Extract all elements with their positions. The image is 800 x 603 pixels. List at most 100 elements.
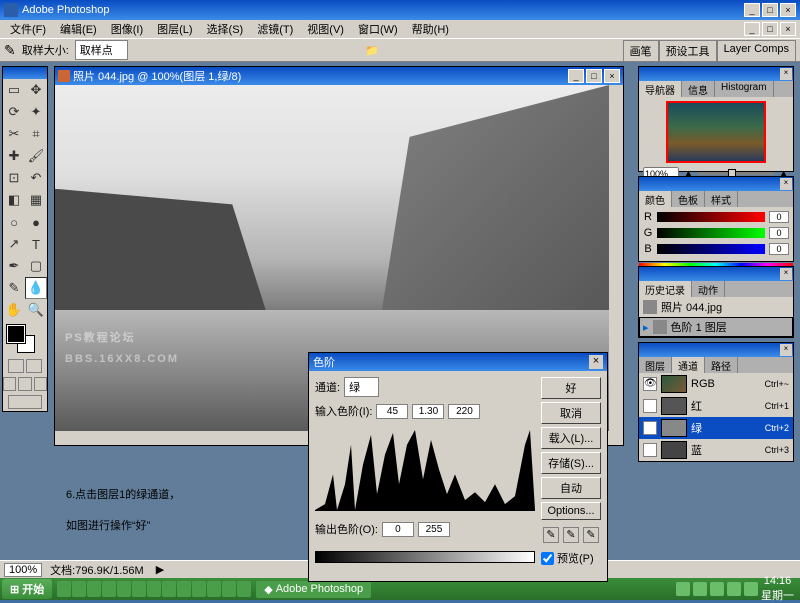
- black-point-eyedropper[interactable]: ✎: [543, 527, 559, 543]
- ql-icon[interactable]: [117, 581, 131, 597]
- close-button[interactable]: ×: [780, 3, 796, 17]
- color-slider[interactable]: [657, 228, 765, 238]
- tab-history[interactable]: 历史记录: [639, 281, 692, 297]
- zoom-tool[interactable]: 🔍: [25, 299, 47, 321]
- history-item[interactable]: ▸色阶 1 图层: [639, 317, 793, 337]
- wand-tool[interactable]: ✦: [25, 101, 47, 123]
- menu-help[interactable]: 帮助(H): [406, 20, 455, 38]
- ql-icon[interactable]: [72, 581, 86, 597]
- options-button[interactable]: Options...: [541, 502, 601, 520]
- doc-minimize-button[interactable]: _: [744, 22, 760, 36]
- notes-tool[interactable]: ✎: [3, 277, 25, 299]
- nav-close-button[interactable]: ×: [780, 68, 792, 80]
- visibility-icon[interactable]: [643, 399, 657, 413]
- ql-icon[interactable]: [132, 581, 146, 597]
- visibility-icon[interactable]: 👁: [643, 421, 657, 435]
- ql-icon[interactable]: [207, 581, 221, 597]
- input-shadow-field[interactable]: [376, 404, 408, 419]
- doc-x-button[interactable]: ×: [604, 69, 620, 83]
- levels-close-button[interactable]: ×: [589, 355, 603, 369]
- tray-icon[interactable]: [676, 582, 690, 596]
- tab-actions[interactable]: 动作: [692, 281, 725, 297]
- ql-icon[interactable]: [87, 581, 101, 597]
- color-swatch[interactable]: [3, 321, 47, 357]
- ql-icon[interactable]: [222, 581, 236, 597]
- menu-edit[interactable]: 编辑(E): [54, 20, 103, 38]
- lasso-tool[interactable]: ⟳: [3, 101, 25, 123]
- color-value[interactable]: 0: [769, 211, 789, 223]
- tray-icon[interactable]: [744, 582, 758, 596]
- screen-mode-1-icon[interactable]: [3, 377, 16, 391]
- visibility-icon[interactable]: 👁: [643, 377, 657, 391]
- quickmask-mode-icon[interactable]: [26, 359, 42, 373]
- brush-tool[interactable]: 🖌: [25, 145, 47, 167]
- channels-close-button[interactable]: ×: [780, 344, 792, 356]
- history-item[interactable]: 照片 044.jpg: [639, 297, 793, 317]
- menu-file[interactable]: 文件(F): [4, 20, 52, 38]
- tab-paths[interactable]: 路径: [705, 357, 738, 373]
- color-value[interactable]: 0: [769, 243, 789, 255]
- menu-filter[interactable]: 滤镜(T): [251, 20, 299, 38]
- color-slider[interactable]: [657, 212, 765, 222]
- gradient-tool[interactable]: ▦: [25, 189, 47, 211]
- eyedropper-tool[interactable]: 💧: [25, 277, 47, 299]
- channel-row[interactable]: 红Ctrl+1: [639, 395, 793, 417]
- save-button[interactable]: 存储(S)...: [541, 452, 601, 474]
- levels-titlebar[interactable]: 色阶 ×: [309, 353, 607, 371]
- sample-size-dropdown[interactable]: 取样点: [75, 40, 128, 60]
- path-tool[interactable]: ↗: [3, 233, 25, 255]
- tab-navigator[interactable]: 导航器: [639, 81, 682, 97]
- ql-icon[interactable]: [147, 581, 161, 597]
- ql-icon[interactable]: [237, 581, 251, 597]
- channel-dropdown[interactable]: 绿: [344, 377, 379, 397]
- hand-tool[interactable]: ✋: [3, 299, 25, 321]
- maximize-button[interactable]: □: [762, 3, 778, 17]
- ql-icon[interactable]: [177, 581, 191, 597]
- start-button[interactable]: ⊞开始: [2, 579, 52, 599]
- ql-icon[interactable]: [192, 581, 206, 597]
- type-tool[interactable]: T: [25, 233, 47, 255]
- tab-swatches[interactable]: 色板: [672, 191, 705, 207]
- color-value[interactable]: 0: [769, 227, 789, 239]
- ql-icon[interactable]: [102, 581, 116, 597]
- menu-select[interactable]: 选择(S): [201, 20, 250, 38]
- jump-to-icon[interactable]: [8, 395, 42, 409]
- doc-max-button[interactable]: □: [586, 69, 602, 83]
- ql-icon[interactable]: [57, 581, 71, 597]
- gray-point-eyedropper[interactable]: ✎: [563, 527, 579, 543]
- channel-row[interactable]: 👁绿Ctrl+2: [639, 417, 793, 439]
- load-button[interactable]: 载入(L)...: [541, 427, 601, 449]
- eraser-tool[interactable]: ◧: [3, 189, 25, 211]
- navigator-thumbnail[interactable]: [666, 101, 766, 163]
- input-gamma-field[interactable]: [412, 404, 444, 419]
- heal-tool[interactable]: ✚: [3, 145, 25, 167]
- zoom-slider[interactable]: [698, 172, 774, 175]
- tab-brushes[interactable]: 画笔: [623, 40, 659, 61]
- doc-restore-button[interactable]: □: [762, 22, 778, 36]
- document-titlebar[interactable]: 照片 044.jpg @ 100%(图层 1,绿/8) _□×: [55, 67, 623, 85]
- menu-view[interactable]: 视图(V): [301, 20, 350, 38]
- marquee-tool[interactable]: ▭: [3, 79, 25, 101]
- menu-image[interactable]: 图像(I): [105, 20, 149, 38]
- output-shadow-field[interactable]: [382, 522, 414, 537]
- menu-layer[interactable]: 图层(L): [151, 20, 198, 38]
- history-close-button[interactable]: ×: [780, 268, 792, 280]
- crop-tool[interactable]: ✂: [3, 123, 25, 145]
- history-brush-tool[interactable]: ↶: [25, 167, 47, 189]
- shape-tool[interactable]: ▢: [25, 255, 47, 277]
- tray-icon[interactable]: [710, 582, 724, 596]
- dodge-tool[interactable]: ●: [25, 211, 47, 233]
- screen-mode-2-icon[interactable]: [18, 377, 31, 391]
- tab-layers[interactable]: 图层: [639, 357, 672, 373]
- tab-styles[interactable]: 样式: [705, 191, 738, 207]
- visibility-icon[interactable]: [643, 443, 657, 457]
- output-gradient[interactable]: [315, 551, 535, 563]
- auto-button[interactable]: 自动: [541, 477, 601, 499]
- standard-mode-icon[interactable]: [8, 359, 24, 373]
- stamp-tool[interactable]: ⊡: [3, 167, 25, 189]
- taskbar-app-button[interactable]: ◆Adobe Photoshop: [256, 581, 371, 598]
- ok-button[interactable]: 好: [541, 377, 601, 399]
- tab-color[interactable]: 颜色: [639, 191, 672, 207]
- tray-icon[interactable]: [727, 582, 741, 596]
- menu-window[interactable]: 窗口(W): [352, 20, 404, 38]
